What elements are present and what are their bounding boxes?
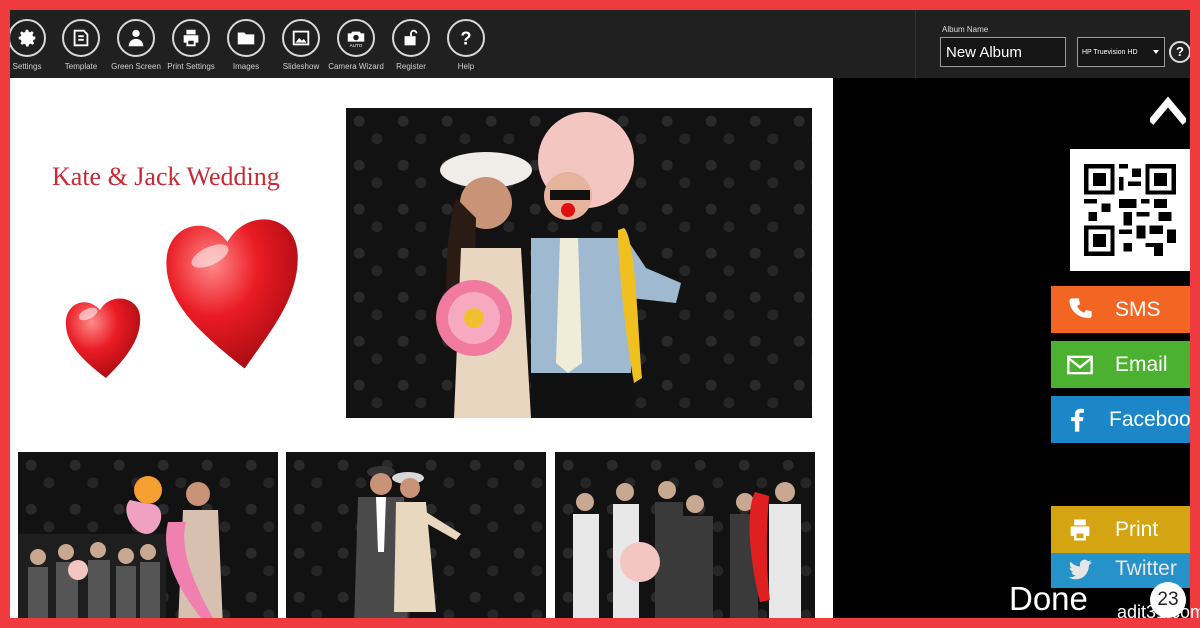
twitter-label: Twitter bbox=[1115, 557, 1177, 580]
watermark: adit31.com bbox=[1117, 602, 1200, 622]
green-screen-button[interactable]: Green Screen bbox=[108, 19, 164, 77]
camera-wizard-button[interactable]: AUTO Camera Wizard bbox=[328, 19, 384, 77]
email-label: Email bbox=[1115, 352, 1168, 376]
collage-title: Kate & Jack Wedding bbox=[52, 162, 280, 191]
caret-down-icon bbox=[1153, 50, 1159, 54]
person-icon bbox=[117, 19, 155, 57]
camera-icon: AUTO bbox=[337, 19, 375, 57]
album-help-button[interactable]: ? bbox=[1169, 41, 1190, 63]
camera-wizard-label: Camera Wizard bbox=[328, 62, 384, 71]
help-glyph: ? bbox=[460, 27, 471, 48]
phone-icon bbox=[1063, 295, 1097, 325]
email-button[interactable]: Email bbox=[1051, 341, 1190, 388]
group-photo-graphic-3 bbox=[573, 481, 801, 618]
printer-icon bbox=[172, 19, 210, 57]
group-photo-graphic-1 bbox=[18, 476, 223, 618]
sms-label: SMS bbox=[1115, 297, 1161, 321]
thumb-photo-2 bbox=[286, 452, 546, 618]
facebook-icon bbox=[1063, 405, 1091, 435]
template-icon bbox=[62, 19, 100, 57]
folder-icon bbox=[227, 19, 265, 57]
couple-photo-graphic bbox=[436, 112, 681, 418]
thumb-photo-1 bbox=[18, 452, 278, 618]
sms-button[interactable]: SMS bbox=[1051, 286, 1190, 333]
register-label: Register bbox=[396, 62, 426, 71]
images-button[interactable]: Images bbox=[218, 19, 274, 77]
settings-button[interactable]: Settings bbox=[10, 19, 55, 77]
facebook-button[interactable]: Facebook bbox=[1051, 396, 1190, 443]
facebook-label: Facebook bbox=[1109, 407, 1190, 431]
unlock-icon bbox=[392, 19, 430, 57]
album-name-label: Album Name bbox=[942, 25, 989, 34]
qr-code bbox=[1070, 149, 1190, 271]
print-button[interactable]: Print bbox=[1051, 506, 1190, 553]
print-settings-label: Print Settings bbox=[167, 62, 215, 71]
gear-icon bbox=[10, 19, 46, 57]
camera-select-value: HP Truevision HD bbox=[1082, 49, 1138, 56]
question-icon: ? bbox=[447, 19, 485, 57]
register-button[interactable]: Register bbox=[383, 19, 439, 77]
settings-label: Settings bbox=[12, 62, 42, 71]
help-label: Help bbox=[457, 62, 475, 71]
template-button[interactable]: Template bbox=[53, 19, 109, 77]
couple-photo-graphic-2 bbox=[354, 466, 461, 618]
thumb-photo-3 bbox=[555, 452, 815, 618]
green-screen-label: Green Screen bbox=[111, 62, 161, 71]
camera-auto-badge: AUTO bbox=[350, 43, 363, 48]
slideshow-label: Slideshow bbox=[282, 62, 320, 71]
album-name-input[interactable]: New Album bbox=[940, 37, 1066, 67]
collage-preview: Kate & Jack Wedding bbox=[10, 78, 833, 618]
picture-icon bbox=[282, 19, 320, 57]
qr-code-icon bbox=[1084, 164, 1176, 256]
template-label: Template bbox=[64, 62, 98, 71]
camera-select[interactable]: HP Truevision HD bbox=[1077, 37, 1165, 67]
envelope-icon bbox=[1063, 350, 1097, 380]
print-settings-button[interactable]: Print Settings bbox=[163, 19, 219, 77]
done-button[interactable]: Done bbox=[1009, 580, 1088, 618]
toolbar: Settings Template Green Screen Print Set… bbox=[10, 10, 1190, 78]
printer-icon bbox=[1063, 515, 1097, 545]
chevron-up-icon[interactable] bbox=[1150, 92, 1186, 126]
print-label: Print bbox=[1115, 517, 1159, 541]
slideshow-button[interactable]: Slideshow bbox=[273, 19, 329, 77]
main-photo bbox=[346, 108, 812, 418]
help-button[interactable]: ? Help bbox=[438, 19, 494, 77]
hearts-graphic bbox=[65, 219, 298, 378]
app-window: Settings Template Green Screen Print Set… bbox=[10, 10, 1190, 618]
images-label: Images bbox=[232, 62, 260, 71]
